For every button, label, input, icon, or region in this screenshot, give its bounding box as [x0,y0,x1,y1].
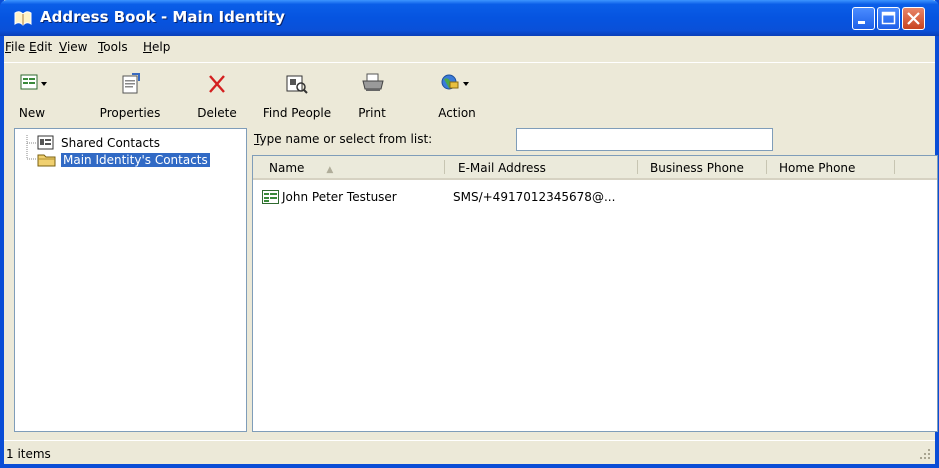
resize-grip-icon[interactable] [919,448,931,460]
tree-item-label: Main Identity's Contacts [61,153,210,167]
print-button[interactable]: Print [352,69,392,121]
delete-button[interactable]: Delete [192,69,242,121]
action-globe-icon [441,74,469,90]
sort-ascending-icon: ▲ [326,165,334,175]
action-label: Action [438,106,476,120]
column-header-name[interactable]: Name ▲ [269,156,333,178]
menu-tools[interactable]: Tools [98,40,128,54]
search-input[interactable] [516,128,773,151]
minimize-button[interactable] [852,7,875,30]
menu-bar: File Edit View Tools Help [4,36,935,59]
close-icon [907,12,920,25]
delete-label: Delete [197,106,237,120]
find-people-label: Find People [262,106,332,120]
contact-list[interactable]: Name ▲ E-Mail Address Business Phone Home… [252,155,938,432]
maximize-button[interactable] [877,7,900,30]
column-header-email[interactable]: E-Mail Address [458,156,546,178]
search-label: Type name or select from list: [254,132,433,146]
find-people-icon [286,75,308,94]
list-header: Name ▲ E-Mail Address Business Phone Home… [253,156,937,180]
contact-email: SMS/+4917012345678@... [453,190,616,204]
print-label: Print [358,106,386,120]
title-bar[interactable]: Address Book - Main Identity [0,0,939,36]
menu-file[interactable]: File [5,40,25,54]
menu-help[interactable]: Help [143,40,170,54]
minimize-icon [858,21,865,24]
column-header-business-phone[interactable]: Business Phone [650,156,744,178]
printer-icon [362,73,384,91]
tree-item-main-identity-contacts[interactable]: Main Identity's Contacts [37,151,210,169]
maximize-icon [881,11,896,25]
toolbar: New Properties Delete Find People Print … [4,62,935,124]
properties-icon [122,73,140,94]
column-divider[interactable] [444,160,445,174]
delete-icon [209,75,225,93]
address-book-window: Address Book - Main Identity File Edit V… [0,0,939,468]
close-button[interactable] [902,7,925,30]
contact-card-icon [262,190,279,204]
properties-label: Properties [99,106,161,120]
tree-item-shared-contacts[interactable]: Shared Contacts [37,134,162,152]
contact-name: John Peter Testuser [282,190,397,204]
column-divider[interactable] [894,160,895,174]
action-button[interactable]: Action [432,69,482,121]
column-divider[interactable] [766,160,767,174]
contacts-book-icon [37,135,54,150]
menu-view[interactable]: View [59,40,87,54]
window-title: Address Book - Main Identity [40,8,285,26]
column-header-home-phone[interactable]: Home Phone [779,156,855,178]
menu-edit[interactable]: Edit [29,40,52,54]
new-contact-icon [20,74,47,90]
new-label: New [18,106,46,120]
table-row[interactable]: John Peter Testuser SMS/+4917012345678@.… [259,188,929,206]
folder-tree[interactable]: Shared Contacts Main Identity's Contacts [14,128,247,432]
status-text: 1 items [6,447,51,461]
tree-item-label: Shared Contacts [61,136,160,150]
find-people-button[interactable]: Find People [259,69,335,121]
column-divider[interactable] [637,160,638,174]
properties-button[interactable]: Properties [90,69,170,121]
folder-icon [37,154,56,167]
address-book-icon [14,11,32,26]
status-bar: 1 items [4,440,935,464]
new-button[interactable]: New [12,69,52,121]
